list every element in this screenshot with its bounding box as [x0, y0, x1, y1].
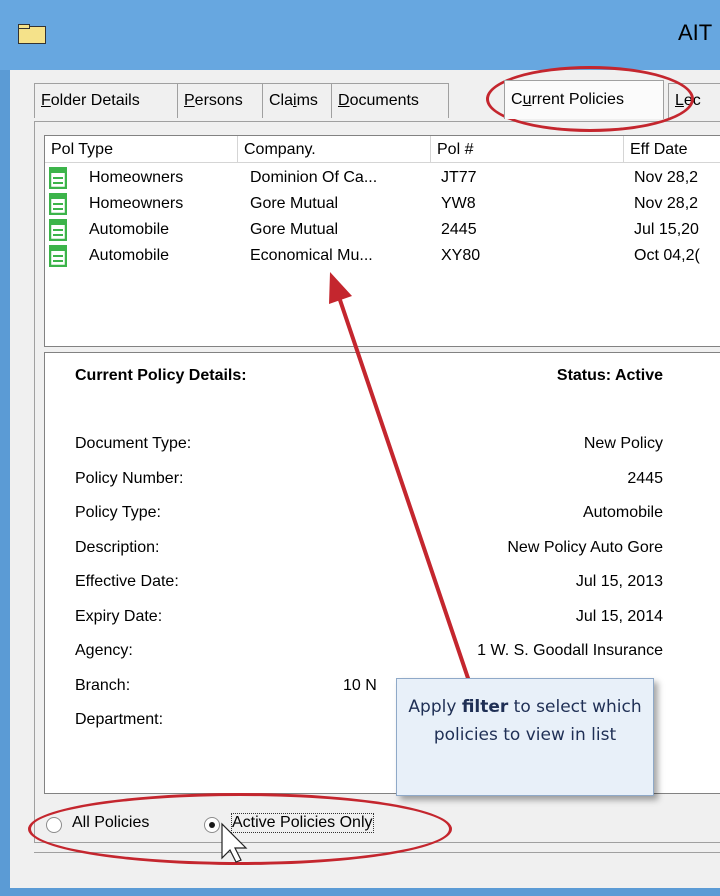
- field-value: New Policy Auto Gore: [507, 538, 663, 556]
- column-header-pol-type[interactable]: Pol Type: [45, 136, 238, 162]
- tab-strip: Folder Details Persons Claims Documents …: [34, 80, 720, 121]
- cell-pol-type: Homeowners: [89, 195, 184, 212]
- tab-label: Folder Details: [41, 92, 140, 109]
- list-header: Pol Type Company. Pol # Eff Date: [45, 136, 720, 163]
- cell-eff-date: Nov 28,2: [634, 195, 699, 212]
- document-icon: [49, 193, 67, 215]
- tab-label: Lec: [675, 92, 701, 109]
- radio-active-policies-only[interactable]: [204, 817, 220, 833]
- column-header-company[interactable]: Company.: [238, 136, 431, 162]
- policy-list[interactable]: Pol Type Company. Pol # Eff Date Homeown…: [44, 135, 720, 347]
- table-row[interactable]: Automobile Economical Mu... XY80 Oct 04,2(: [45, 243, 720, 269]
- cell-pol-num: JT77: [441, 169, 477, 186]
- cell-pol-type: Automobile: [89, 221, 170, 238]
- policy-filter: All Policies Active Policies Only: [46, 812, 486, 842]
- field-label: Branch:: [75, 676, 131, 694]
- cell-pol-num: XY80: [441, 247, 481, 264]
- tab-lec[interactable]: Lec: [668, 83, 720, 118]
- table-row[interactable]: Homeowners Gore Mutual YW8 Nov 28,2: [45, 191, 720, 217]
- field-label: Policy Type:: [75, 504, 161, 521]
- cell-pol-type: Homeowners: [89, 169, 184, 186]
- tab-label: Documents: [338, 92, 419, 109]
- window-title: AIT: [678, 20, 713, 45]
- field-label: Department:: [75, 711, 164, 728]
- status-label: Status: Active: [556, 367, 663, 384]
- field-value: Automobile: [582, 504, 663, 521]
- cell-company: Economical Mu...: [250, 247, 373, 264]
- cell-eff-date: Oct 04,2(: [634, 247, 700, 264]
- radio-selected-dot: [209, 822, 215, 828]
- tab-folder-details[interactable]: Folder Details: [34, 83, 178, 118]
- field-label: Document Type:: [75, 435, 192, 452]
- cell-company: Gore Mutual: [250, 195, 339, 212]
- title-bar: AIT: [0, 0, 720, 70]
- field-value: 10 N: [343, 676, 377, 694]
- cell-company: Dominion Of Ca...: [250, 169, 378, 186]
- cell-pol-type: Automobile: [89, 247, 170, 264]
- document-icon: [49, 167, 67, 189]
- column-header-pol-num[interactable]: Pol #: [431, 136, 624, 162]
- field-value: Jul 15, 2013: [575, 573, 663, 590]
- field-label: Description:: [75, 538, 160, 556]
- table-row[interactable]: Automobile Gore Mutual 2445 Jul 15,20: [45, 217, 720, 243]
- tab-current-policies[interactable]: Current Policies: [504, 80, 664, 119]
- cell-company: Gore Mutual: [250, 221, 339, 238]
- tab-label: Current Policies: [511, 91, 624, 108]
- tab-documents[interactable]: Documents: [331, 83, 449, 118]
- label-all-policies[interactable]: All Policies: [72, 814, 149, 832]
- field-value: Jul 15, 2014: [575, 607, 663, 625]
- document-icon: [49, 245, 67, 267]
- field-label: Policy Number:: [75, 469, 184, 487]
- field-label: Agency:: [75, 642, 133, 659]
- field-value: New Policy: [583, 435, 663, 452]
- cell-pol-num: 2445: [441, 221, 477, 238]
- cell-pol-num: YW8: [441, 195, 476, 212]
- tooltip-callout: Apply filter to select which policies to…: [396, 678, 654, 796]
- tab-persons[interactable]: Persons: [177, 83, 263, 118]
- field-value: 1 W. S. Goodall Insurance: [477, 642, 663, 659]
- field-label: Expiry Date:: [75, 607, 163, 625]
- cell-eff-date: Jul 15,20: [634, 221, 699, 238]
- field-value: 2445: [627, 469, 663, 487]
- callout-text: Apply filter to select which policies to…: [408, 697, 642, 745]
- document-icon: [49, 219, 67, 241]
- label-active-policies-only[interactable]: Active Policies Only: [231, 813, 374, 833]
- details-heading: Current Policy Details:: [75, 367, 247, 384]
- column-header-eff-date[interactable]: Eff Date: [624, 136, 720, 162]
- field-label: Effective Date:: [75, 573, 179, 590]
- radio-all-policies[interactable]: [46, 817, 62, 833]
- tab-label: Persons: [184, 92, 243, 109]
- tab-claims[interactable]: Claims: [262, 83, 332, 118]
- bottom-separator: [34, 852, 720, 853]
- table-row[interactable]: Homeowners Dominion Of Ca... JT77 Nov 28,2: [45, 165, 720, 191]
- cell-eff-date: Nov 28,2: [634, 169, 699, 186]
- folder-icon: [18, 24, 46, 44]
- tab-label: Claims: [269, 92, 318, 109]
